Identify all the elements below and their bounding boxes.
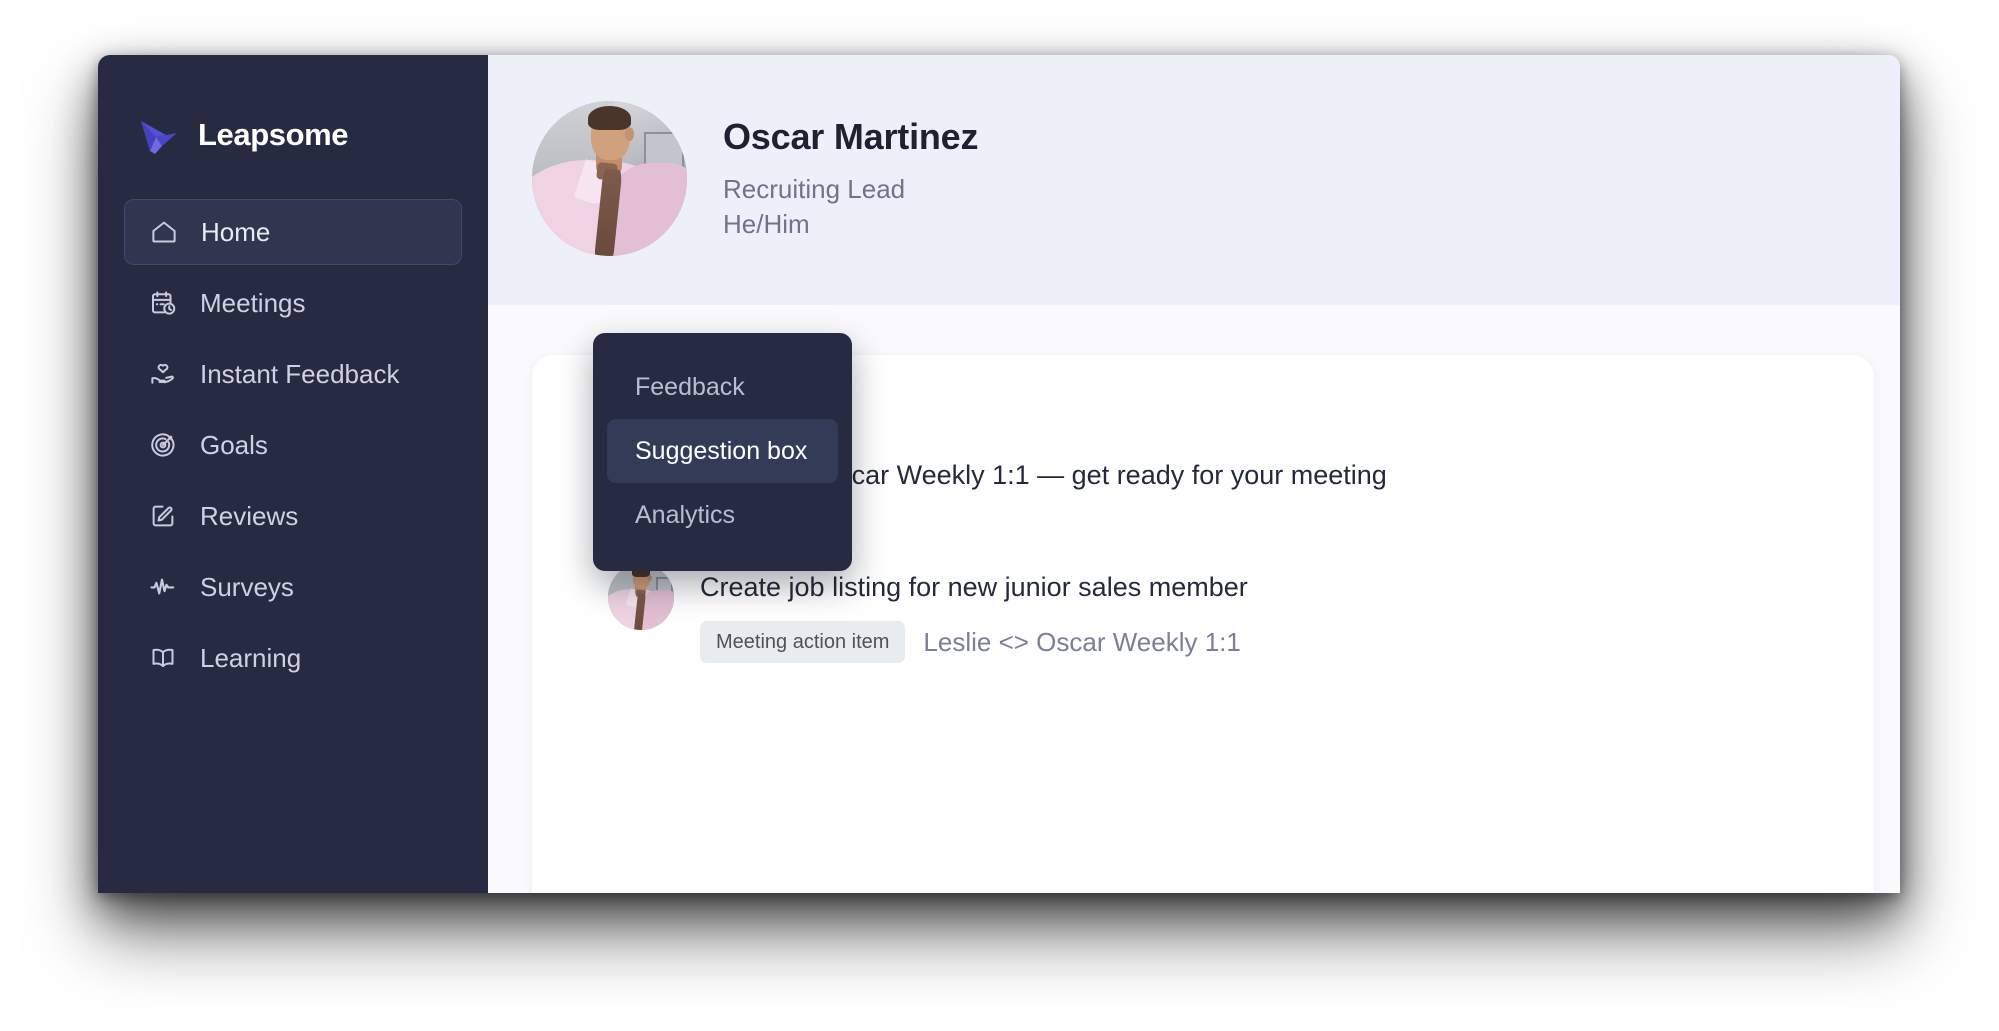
sidebar-item-reviews[interactable]: Reviews (124, 483, 462, 549)
sidebar-item-label: Home (201, 217, 271, 247)
dropdown-item-label: Suggestion box (635, 436, 808, 465)
sidebar-item-goals[interactable]: Goals (124, 412, 462, 478)
dropdown-item-suggestion-box[interactable]: Suggestion box (607, 419, 838, 483)
list-item-title: Create job listing for new junior sales … (700, 572, 1248, 602)
sidebar-item-instant-feedback[interactable]: Instant Feedback (124, 341, 462, 407)
pencil-square-icon (148, 501, 178, 531)
sidebar-item-surveys[interactable]: Surveys (124, 554, 462, 620)
sidebar-item-label: Learning (200, 643, 302, 673)
page-title: Oscar Martinez (723, 116, 979, 157)
list-item-body: Create job listing for new junior sales … (700, 562, 1248, 664)
sidebar-nav: Home Meetings Instant Feedback Goals Rev… (98, 199, 488, 691)
profile-header: Oscar Martinez Recruiting Lead He/Him (488, 55, 1900, 305)
sidebar-item-home[interactable]: Home (124, 199, 462, 265)
profile-pronouns: He/Him (723, 209, 810, 240)
calendar-clock-icon (148, 288, 178, 318)
sidebar-item-learning[interactable]: Learning (124, 625, 462, 691)
brand-name: Leapsome (198, 116, 349, 152)
app-window: Leapsome Home Meetings Instant Feedback … (98, 55, 1900, 893)
avatar (608, 564, 674, 630)
sidebar-item-label: Goals (200, 430, 268, 460)
brand-logo[interactable]: Leapsome (98, 85, 488, 165)
dropdown-item-label: Feedback (635, 372, 745, 401)
home-icon (149, 217, 179, 247)
sidebar: Leapsome Home Meetings Instant Feedback … (98, 55, 488, 893)
dropdown-item-analytics[interactable]: Analytics (607, 483, 838, 547)
sidebar-item-label: Instant Feedback (200, 359, 400, 389)
dropdown-item-label: Analytics (635, 500, 736, 529)
open-book-icon (148, 643, 178, 673)
sidebar-item-label: Surveys (200, 572, 294, 602)
profile-role: Recruiting Lead (723, 174, 906, 205)
target-arrow-icon (148, 430, 178, 460)
list-item-subline: Meeting action item Leslie <> Oscar Week… (700, 621, 1248, 664)
sidebar-item-meetings[interactable]: Meetings (124, 270, 462, 336)
dropdown-item-feedback[interactable]: Feedback (607, 355, 838, 419)
pulse-line-icon (148, 572, 178, 602)
status-badge: Meeting action item (700, 621, 906, 664)
list-item-meta: Leslie <> Oscar Weekly 1:1 (923, 626, 1241, 657)
list-item[interactable]: Create job listing for new junior sales … (532, 562, 1874, 664)
profile-meta: Oscar Martinez Recruiting Lead He/Him (723, 101, 979, 242)
heart-in-hand-icon (148, 359, 178, 389)
sidebar-item-label: Reviews (200, 501, 299, 531)
nav-dropdown-menu: Feedback Suggestion box Analytics (593, 333, 852, 571)
bird-logo-icon (136, 111, 182, 157)
sidebar-item-label: Meetings (200, 288, 306, 318)
avatar (532, 101, 687, 256)
